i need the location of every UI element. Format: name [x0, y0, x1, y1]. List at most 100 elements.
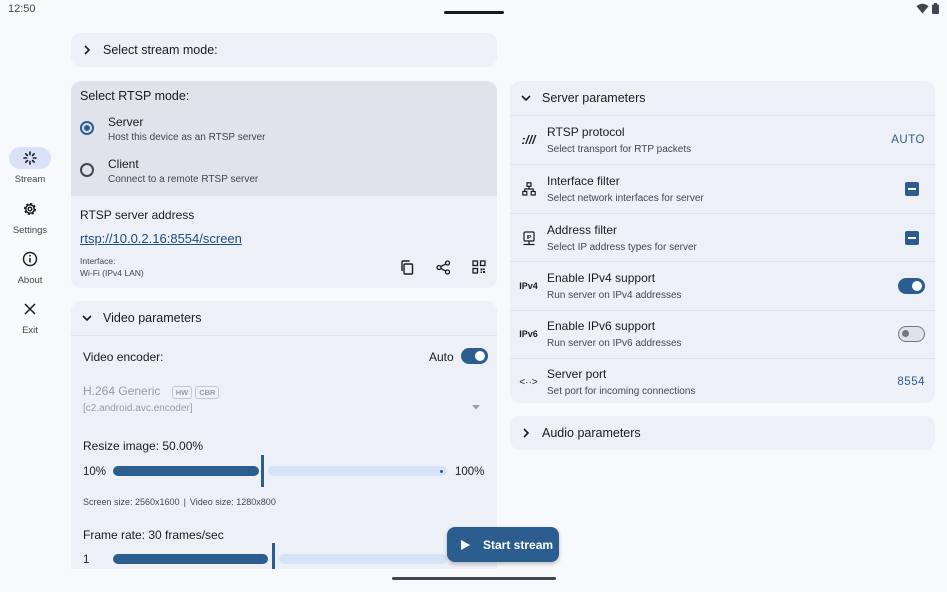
dropdown-arrow-icon[interactable]: [472, 397, 480, 415]
client-option-label: Client: [108, 157, 139, 171]
client-option-sub: Connect to a remote RTSP server: [108, 174, 259, 185]
address-filter-checkbox[interactable]: [905, 231, 919, 245]
ipv4-row[interactable]: IPv4 Enable IPv4 support Run server on IP…: [510, 262, 935, 310]
resize-max: 100%: [455, 466, 485, 478]
copy-icon[interactable]: [400, 260, 414, 280]
wifi-icon: [916, 3, 929, 14]
server-port-value: 8554: [897, 376, 925, 388]
encoder-select[interactable]: H.264 Generic HW CBR: [83, 384, 220, 399]
server-port-title: Server port: [547, 367, 607, 381]
rtsp-mode-card: Select RTSP mode: Server Host this device…: [71, 81, 497, 288]
gesture-bar: [392, 577, 556, 580]
video-encoder-label: Video encoder:: [83, 350, 164, 364]
network-icon: [510, 182, 547, 196]
rtsp-mode-title: Select RTSP mode:: [80, 89, 190, 103]
interface-filter-sub: Select network interfaces for server: [547, 193, 704, 204]
close-icon: [9, 298, 51, 320]
start-stream-button[interactable]: Start stream: [447, 527, 559, 562]
gear-icon: [9, 198, 51, 220]
screen-size: Screen size: 2560x1600: [83, 497, 180, 507]
cbr-badge: CBR: [195, 386, 220, 399]
nav-exit[interactable]: Exit: [0, 298, 60, 336]
video-parameters-header[interactable]: Video parameters: [71, 301, 497, 335]
chevron-down-icon: [510, 94, 542, 102]
video-size: Video size: 1280x800: [189, 497, 276, 507]
encoder-auto-label: Auto: [429, 350, 454, 364]
rtsp-protocol-icon: :///: [521, 133, 536, 147]
nav-stream-label: Stream: [14, 174, 46, 185]
chevron-down-icon: [71, 314, 103, 322]
address-filter-title: Address filter: [547, 223, 618, 237]
interface-filter-checkbox[interactable]: [905, 182, 919, 196]
server-parameters-card: Server parameters :/// RTSP protocol Sele…: [510, 81, 935, 403]
server-port-sub: Set port for incoming connections: [547, 386, 696, 397]
framerate-label: Frame rate: 30 frames/sec: [83, 528, 224, 542]
audio-parameters-card[interactable]: Audio parameters: [510, 416, 935, 450]
stream-icon: [9, 147, 51, 169]
interface-filter-title: Interface filter: [547, 174, 620, 188]
ipv6-row[interactable]: IPv6 Enable IPv6 support Run server on IP…: [510, 310, 935, 358]
rtsp-protocol-row[interactable]: :/// RTSP protocol Select transport for R…: [510, 116, 935, 164]
radio-server[interactable]: [80, 121, 94, 135]
ipv6-icon: IPv6: [519, 329, 538, 339]
chevron-right-icon: [71, 45, 103, 55]
server-parameters-title: Server parameters: [542, 91, 646, 105]
framerate-min: 1: [83, 554, 90, 566]
status-time: 12:50: [8, 3, 36, 15]
rtsp-mode-selector: Select RTSP mode: Server Host this device…: [71, 81, 497, 195]
encoder-name: H.264 Generic: [83, 384, 161, 398]
address-filter-sub: Select IP address types for server: [547, 242, 697, 253]
rtsp-protocol-sub: Select transport for RTP packets: [547, 144, 692, 155]
address-label: RTSP server address: [80, 208, 195, 222]
ipv4-icon: IPv4: [519, 281, 538, 291]
video-parameters-card: Video parameters Video encoder: Auto H.2…: [71, 301, 497, 569]
ipv6-title: Enable IPv6 support: [547, 319, 656, 333]
server-address-link[interactable]: rtsp://10.0.2.16:8554/screen: [80, 231, 488, 246]
info-icon: [9, 248, 51, 270]
nav-settings[interactable]: Settings: [0, 198, 60, 236]
resize-slider-inactive: [268, 466, 447, 476]
ipv6-switch[interactable]: [898, 326, 925, 342]
resize-slider[interactable]: [113, 455, 447, 487]
ipv4-switch[interactable]: [898, 278, 925, 294]
resize-label: Resize image: 50.00%: [83, 439, 204, 453]
video-parameters-title: Video parameters: [103, 311, 202, 325]
rtsp-mode-server[interactable]: Server Host this device as an RTSP server: [71, 115, 497, 157]
battery-icon: [932, 3, 939, 14]
server-port-icon: <··>: [519, 376, 538, 388]
chevron-right-icon: [510, 428, 542, 438]
server-port-row[interactable]: <··> Server port Set port for incoming co…: [510, 358, 935, 403]
encoder-auto-switch[interactable]: [461, 348, 488, 364]
nav-settings-label: Settings: [12, 225, 48, 236]
encoder-id: [c2.android.avc.encoder]: [83, 403, 193, 414]
server-parameters-header[interactable]: Server parameters: [510, 81, 935, 115]
interface-value: Wi-Fi (IPv4 LAN): [80, 268, 144, 278]
nav-stream[interactable]: Stream: [0, 147, 60, 185]
audio-parameters-title: Audio parameters: [542, 426, 641, 440]
qr-code-icon[interactable]: [472, 260, 486, 279]
stream-mode-title: Select stream mode:: [103, 43, 218, 57]
camera-cutout: [444, 11, 504, 14]
ipv4-sub: Run server on IPv4 addresses: [547, 290, 682, 301]
svg-text:IP: IP: [526, 235, 531, 241]
ipv4-title: Enable IPv4 support: [547, 271, 656, 285]
rtsp-mode-client[interactable]: Client Connect to a remote RTSP server: [71, 157, 497, 199]
framerate-slider[interactable]: [113, 543, 447, 569]
status-icons: [916, 3, 939, 14]
resize-slider-thumb[interactable]: [261, 455, 264, 487]
ipv6-sub: Run server on IPv6 addresses: [547, 338, 682, 349]
interface-filter-row[interactable]: Interface filter Select network interface…: [510, 165, 935, 213]
nav-about-label: About: [17, 275, 43, 286]
resize-slider-active: [113, 466, 259, 476]
size-info: Screen size: 2560x1600 | Video size: 1280x…: [83, 497, 276, 507]
nav-about[interactable]: About: [0, 248, 60, 286]
play-icon: [447, 539, 483, 550]
radio-client[interactable]: [80, 163, 94, 177]
address-filter-row[interactable]: IP Address filter Select IP address types…: [510, 214, 935, 262]
stream-mode-card[interactable]: Select stream mode:: [71, 33, 497, 67]
resize-min: 10%: [83, 466, 107, 478]
hw-badge: HW: [171, 386, 193, 399]
share-icon[interactable]: [436, 260, 451, 280]
rtsp-protocol-value: AUTO: [891, 134, 925, 146]
interface-label: Interface:: [80, 256, 116, 266]
